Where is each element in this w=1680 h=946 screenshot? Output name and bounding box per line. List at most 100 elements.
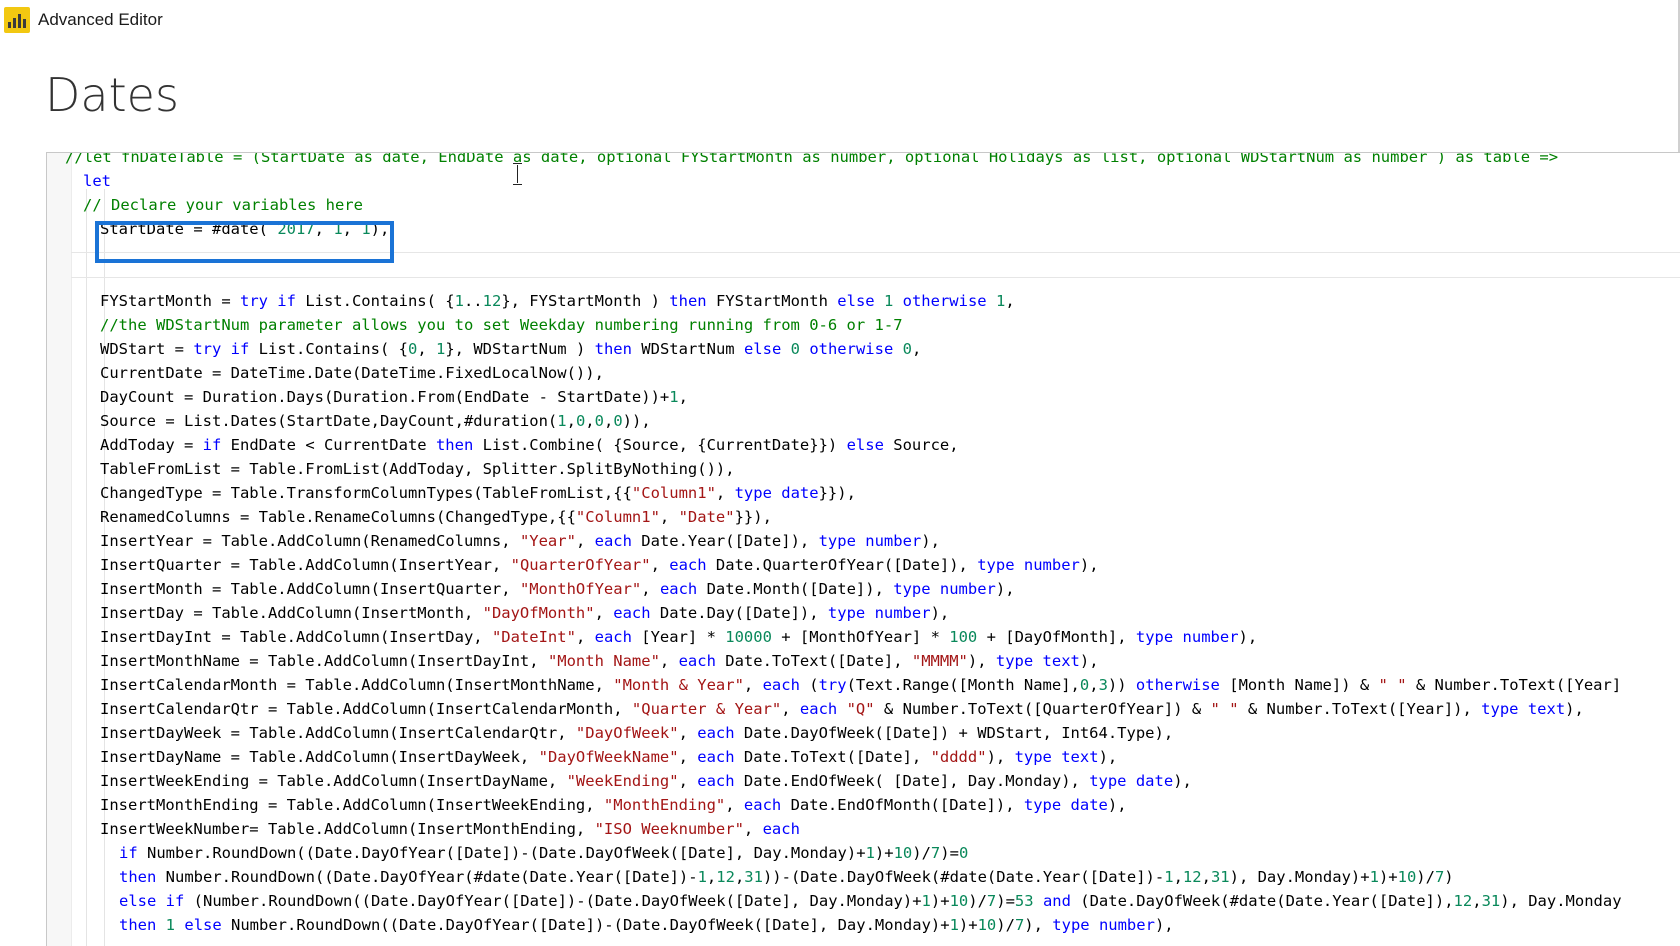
code-token: ), xyxy=(930,604,950,622)
code-line[interactable]: InsertDayWeek = Table.AddColumn(InsertCa… xyxy=(100,721,1173,745)
code-token: "DayOfWeek" xyxy=(575,724,679,742)
code-token: Date.Day([Date]), xyxy=(650,604,828,622)
code-line[interactable]: InsertYear = Table.AddColumn(RenamedColu… xyxy=(100,529,940,553)
code-token: //the WDStartNum parameter allows you to… xyxy=(100,316,903,334)
code-token: 10 xyxy=(977,916,997,934)
code-line[interactable]: then Number.RoundDown((Date.DayOfYear(#d… xyxy=(119,865,1454,889)
code-token: "Quarter & Year" xyxy=(631,700,782,718)
code-token: "Column1" xyxy=(575,508,660,526)
code-token: InsertMonthEnding = Table.AddColumn(Inse… xyxy=(100,796,604,814)
code-token: else xyxy=(184,916,222,934)
code-token: Date.EndOfMonth([Date]), xyxy=(781,796,1024,814)
code-token: , xyxy=(678,388,688,406)
code-token: then xyxy=(119,868,157,886)
code-line[interactable]: Source = List.Dates(StartDate,DayCount,#… xyxy=(100,409,651,433)
advanced-editor-window: Advanced Editor Dates //let fnDateTable … xyxy=(0,0,1680,946)
code-token: + [DayOfMonth], xyxy=(977,628,1136,646)
code-line[interactable]: //let fnDateTable = (StartDate as date, … xyxy=(65,153,1558,169)
code-line[interactable]: InsertMonthEnding = Table.AddColumn(Inse… xyxy=(100,793,1127,817)
code-token: "Month & Year" xyxy=(613,676,744,694)
code-token: Date.Month([Date]), xyxy=(697,580,894,598)
code-token: 31 xyxy=(744,868,763,886)
code-token: 10 xyxy=(1397,868,1417,886)
code-line[interactable]: InsertCalendarQtr = Table.AddColumn(Inse… xyxy=(100,697,1584,721)
code-line[interactable]: then 1 else Number.RoundDown((Date.DayOf… xyxy=(119,913,1174,937)
code-token: InsertMonthName = Table.AddColumn(Insert… xyxy=(100,652,548,670)
code-token: Number.RoundDown((Date.DayOfYear([Date])… xyxy=(221,916,950,934)
code-line[interactable]: if Number.RoundDown((Date.DayOfYear([Dat… xyxy=(119,841,968,865)
code-line[interactable]: AddToday = if EndDate < CurrentDate then… xyxy=(100,433,959,457)
code-line[interactable]: InsertMonth = Table.AddColumn(InsertQuar… xyxy=(100,577,1015,601)
code-token: , xyxy=(1472,892,1482,910)
code-token: Date.ToText([Date], xyxy=(715,652,912,670)
code-token: 7 xyxy=(1014,916,1025,934)
code-token: else xyxy=(846,436,884,454)
code-token: , xyxy=(715,484,735,502)
code-token: // Declare your variables here xyxy=(83,196,363,214)
code-token: , xyxy=(743,676,763,694)
power-bi-chart-icon xyxy=(4,7,30,33)
code-token: 1 xyxy=(865,844,875,862)
code-line[interactable]: FYStartMonth = try if List.Contains( {1.… xyxy=(100,289,1015,313)
code-token: )/ xyxy=(912,844,931,862)
code-token: , xyxy=(1005,292,1015,310)
code-token: else xyxy=(743,340,782,358)
code-token: each xyxy=(678,652,716,670)
code-line[interactable]: DayCount = Duration.Days(Duration.From(E… xyxy=(100,385,688,409)
code-line[interactable]: InsertDayInt = Table.AddColumn(InsertDay… xyxy=(100,625,1257,649)
code-token: ), xyxy=(1154,916,1174,934)
code-token: }, WDStartNum ) xyxy=(445,340,595,358)
code-line[interactable]: WDStart = try if List.Contains( {0, 1}, … xyxy=(100,337,921,361)
code-line[interactable]: // Declare your variables here xyxy=(83,193,363,217)
code-token: WDStartNum xyxy=(631,340,744,358)
code-token: then xyxy=(669,292,707,310)
code-line[interactable]: CurrentDate = DateTime.Date(DateTime.Fix… xyxy=(100,361,604,385)
code-token: 1 xyxy=(454,292,464,310)
code-line[interactable]: ChangedType = Table.TransformColumnTypes… xyxy=(100,481,856,505)
code-token: ), xyxy=(1107,796,1127,814)
code-token: 0 xyxy=(790,340,800,358)
code-token: if xyxy=(119,844,138,862)
code-token: ), Day.Monday xyxy=(1500,892,1622,910)
code-token: InsertYear = Table.AddColumn(RenamedColu… xyxy=(100,532,520,550)
code-line[interactable]: InsertCalendarMonth = Table.AddColumn(In… xyxy=(100,673,1621,697)
code-token: ), xyxy=(967,652,996,670)
code-token: , xyxy=(575,532,595,550)
code-line[interactable]: let xyxy=(83,169,111,193)
code-token: type text xyxy=(1014,748,1099,766)
code-token: , xyxy=(1089,676,1099,694)
code-token: each xyxy=(762,820,800,838)
code-token: each xyxy=(669,556,707,574)
code-token: }}), xyxy=(734,508,772,526)
code-line[interactable]: RenamedColumns = Table.RenameColumns(Cha… xyxy=(100,505,772,529)
code-token: )= xyxy=(996,892,1015,910)
code-token: "WeekEnding" xyxy=(566,772,679,790)
code-token: , xyxy=(743,820,763,838)
code-token: }, FYStartMonth ) xyxy=(501,292,670,310)
code-token: otherwise xyxy=(902,292,987,310)
code-line[interactable]: InsertMonthName = Table.AddColumn(Insert… xyxy=(100,649,1099,673)
code-token: ), Day.Monday)+ xyxy=(1229,868,1370,886)
code-token: type date xyxy=(734,484,819,502)
code-line[interactable]: InsertWeekNumber= Table.AddColumn(Insert… xyxy=(100,817,800,841)
code-token: WDStart = xyxy=(100,340,194,358)
code-editor[interactable]: //let fnDateTable = (StartDate as date, … xyxy=(46,152,1680,946)
code-token: 3 xyxy=(1098,676,1108,694)
code-token: }}), xyxy=(818,484,856,502)
code-token: " " xyxy=(1378,676,1407,694)
code-line[interactable]: InsertDayName = Table.AddColumn(InsertDa… xyxy=(100,745,1117,769)
code-line[interactable]: InsertQuarter = Table.AddColumn(InsertYe… xyxy=(100,553,1099,577)
code-token: then xyxy=(594,340,632,358)
code-token: each xyxy=(594,532,632,550)
code-line[interactable]: InsertDay = Table.AddColumn(InsertMonth,… xyxy=(100,601,949,625)
code-token: 1 xyxy=(669,388,679,406)
code-line[interactable]: //the WDStartNum parameter allows you to… xyxy=(100,313,903,337)
code-line[interactable]: InsertWeekEnding = Table.AddColumn(Inser… xyxy=(100,769,1192,793)
code-line[interactable]: else if (Number.RoundDown((Date.DayOfYea… xyxy=(119,889,1622,913)
code-token: "DayOfWeekName" xyxy=(538,748,679,766)
code-line[interactable]: TableFromList = Table.FromList(AddToday,… xyxy=(100,457,735,481)
code-token: , xyxy=(650,556,670,574)
